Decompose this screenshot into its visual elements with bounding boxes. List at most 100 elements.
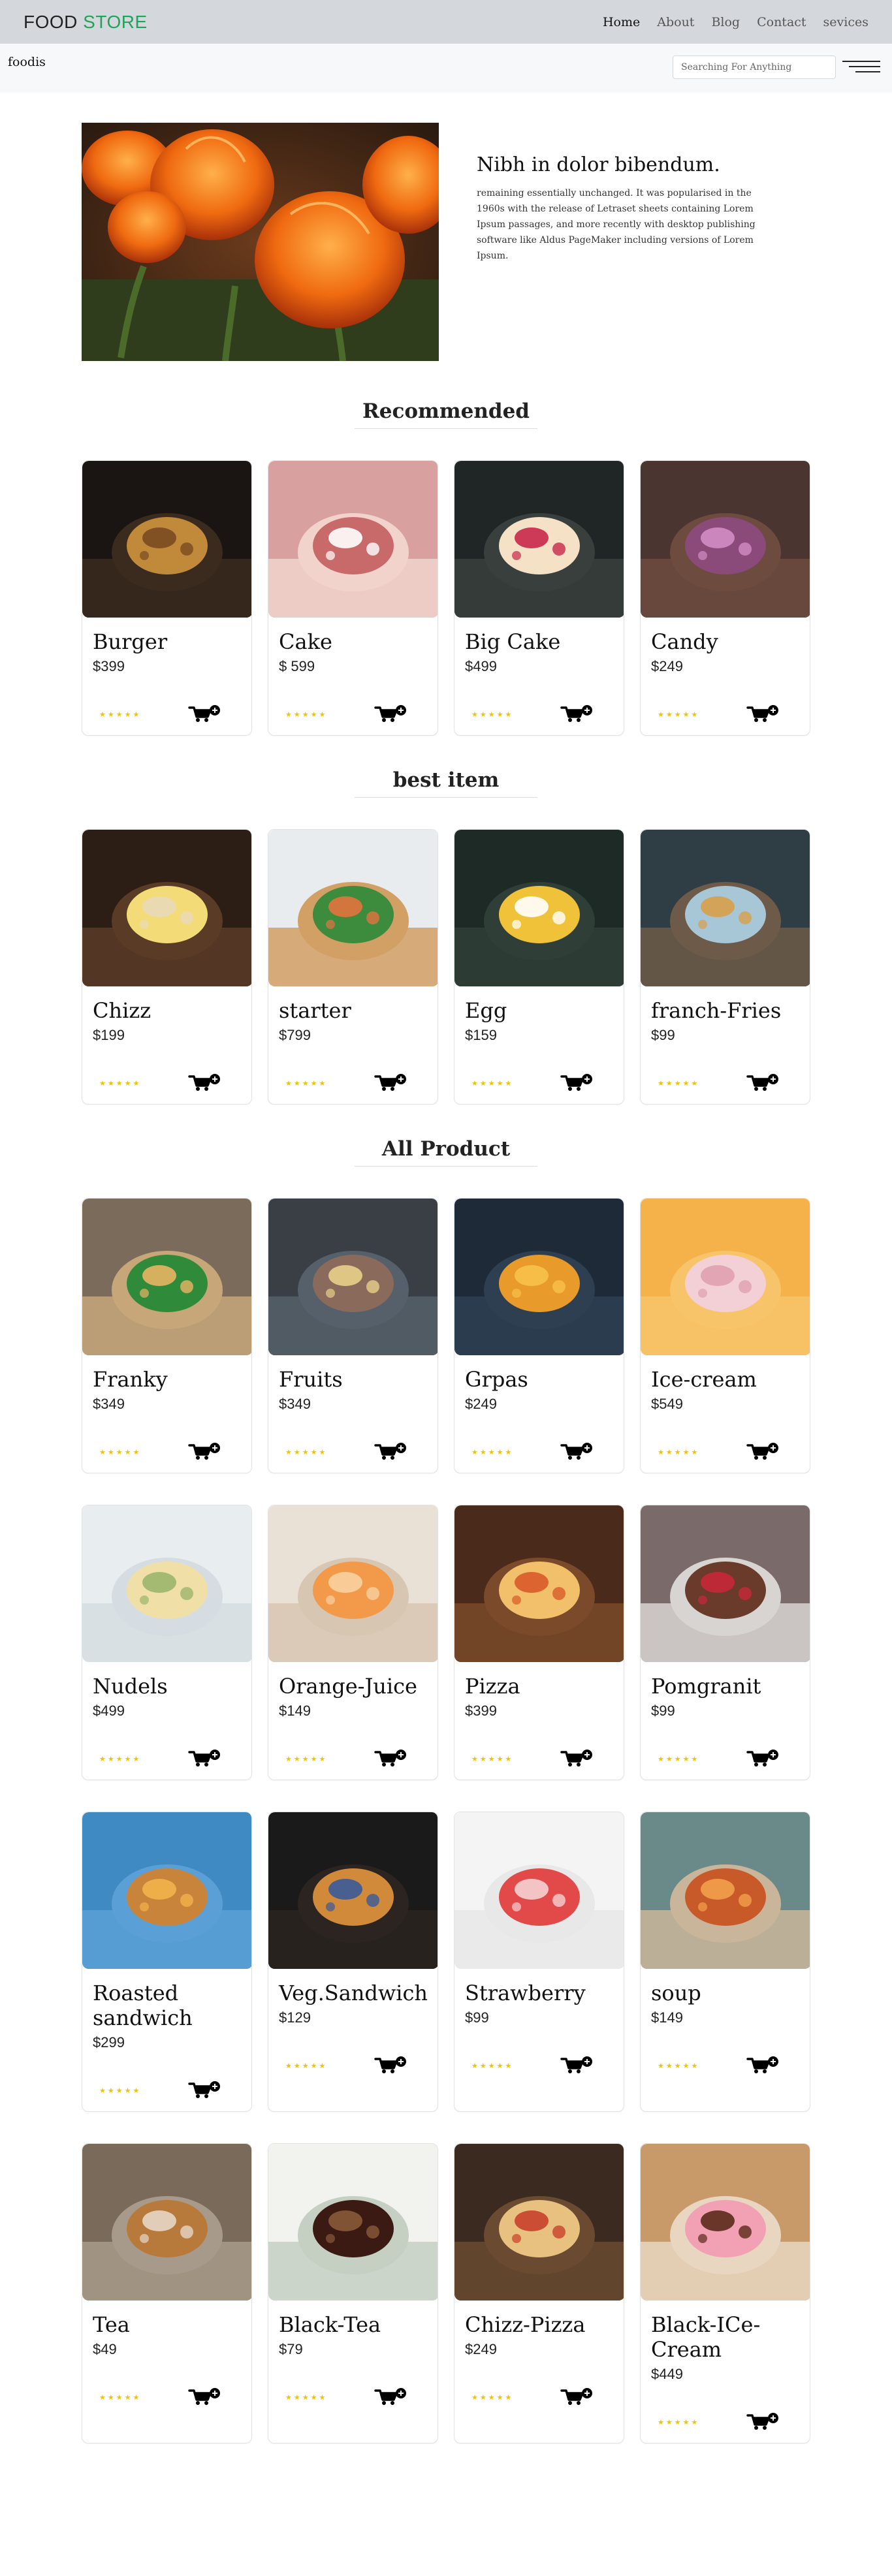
- add-to-cart-icon[interactable]: [560, 2388, 594, 2406]
- product-image[interactable]: [454, 461, 624, 618]
- add-to-cart-icon[interactable]: [374, 705, 408, 723]
- add-to-cart-icon[interactable]: [374, 1443, 408, 1461]
- product-card-veg-sandwich[interactable]: Veg.Sandwich $129 ★ ★ ★ ★ ★: [268, 1812, 438, 2112]
- add-to-cart-icon[interactable]: [188, 1443, 222, 1461]
- product-image[interactable]: [454, 1199, 624, 1355]
- product-card-soup[interactable]: soup $149 ★ ★ ★ ★ ★: [640, 1812, 810, 2112]
- star-icon: ★: [479, 1447, 486, 1456]
- product-card-starter[interactable]: starter $799 ★ ★ ★ ★ ★: [268, 829, 438, 1105]
- product-image[interactable]: [268, 2144, 438, 2301]
- add-to-cart-icon[interactable]: [746, 2056, 780, 2075]
- product-card-egg[interactable]: Egg $159 ★ ★ ★ ★ ★: [454, 829, 624, 1105]
- add-to-cart-icon[interactable]: [560, 1074, 594, 1092]
- add-to-cart-icon[interactable]: [746, 1750, 780, 1768]
- product-card-franky[interactable]: Franky $349 ★ ★ ★ ★ ★: [82, 1198, 252, 1473]
- product-name: Black-ICe-Cream: [651, 2312, 761, 2362]
- product-image[interactable]: [268, 1505, 438, 1662]
- add-to-cart-icon[interactable]: [746, 2413, 780, 2431]
- star-icon: ★: [691, 710, 698, 719]
- add-to-cart-icon[interactable]: [188, 2081, 222, 2099]
- product-card-big-cake[interactable]: Big Cake $499 ★ ★ ★ ★ ★: [454, 460, 624, 736]
- add-to-cart-icon[interactable]: [374, 1074, 408, 1092]
- product-card-fruits[interactable]: Fruits $349 ★ ★ ★ ★ ★: [268, 1198, 438, 1473]
- add-to-cart-icon[interactable]: [374, 2056, 408, 2075]
- product-card-burger[interactable]: Burger $399 ★ ★ ★ ★ ★: [82, 460, 252, 736]
- product-image[interactable]: [454, 2144, 624, 2301]
- product-image[interactable]: [82, 1505, 251, 1662]
- product-image[interactable]: [454, 1812, 624, 1969]
- brand-logo[interactable]: FOOD STORE: [24, 12, 148, 33]
- navbar: FOOD STORE Home About Blog Contact sevic…: [0, 0, 892, 44]
- product-card-ice-cream[interactable]: Ice-cream $549 ★ ★ ★ ★ ★: [640, 1198, 810, 1473]
- star-icon: ★: [107, 2086, 114, 2095]
- add-to-cart-icon[interactable]: [560, 2056, 594, 2075]
- add-to-cart-icon[interactable]: [560, 1443, 594, 1461]
- product-card-footer: ★ ★ ★ ★ ★: [471, 1443, 624, 1461]
- product-image[interactable]: [454, 830, 624, 986]
- add-to-cart-icon[interactable]: [560, 1750, 594, 1768]
- add-to-cart-icon[interactable]: [746, 1443, 780, 1461]
- product-image[interactable]: [454, 1505, 624, 1662]
- star-icon: ★: [302, 2393, 309, 2402]
- product-image[interactable]: [82, 1199, 251, 1355]
- star-icon: ★: [302, 710, 309, 719]
- star-icon: ★: [674, 1754, 681, 1763]
- product-image[interactable]: [641, 1812, 810, 1969]
- product-image[interactable]: [641, 2144, 810, 2301]
- add-to-cart-icon[interactable]: [374, 1750, 408, 1768]
- product-card-footer: ★ ★ ★ ★ ★: [285, 2388, 438, 2406]
- add-to-cart-icon[interactable]: [746, 705, 780, 723]
- add-to-cart-icon[interactable]: [374, 2388, 408, 2406]
- nav-link-contact[interactable]: Contact: [757, 15, 806, 29]
- product-image[interactable]: [82, 830, 251, 986]
- product-card-black-tea[interactable]: Black-Tea $79 ★ ★ ★ ★ ★: [268, 2143, 438, 2443]
- nav-link-home[interactable]: Home: [603, 15, 640, 29]
- product-card-pizza[interactable]: Pizza $399 ★ ★ ★ ★ ★: [454, 1505, 624, 1780]
- product-image[interactable]: [268, 830, 438, 986]
- product-image[interactable]: [641, 1199, 810, 1355]
- hamburger-menu-icon[interactable]: [842, 58, 880, 78]
- star-icon: ★: [133, 2393, 140, 2402]
- nav-link-about[interactable]: About: [657, 15, 694, 29]
- add-to-cart-icon[interactable]: [560, 705, 594, 723]
- product-card-footer: ★ ★ ★ ★ ★: [658, 1074, 810, 1092]
- product-image[interactable]: [82, 2144, 251, 2301]
- product-card-orange-juice[interactable]: Orange-Juice $149 ★ ★ ★ ★ ★: [268, 1505, 438, 1780]
- product-card-pomgranit[interactable]: Pomgranit $99 ★ ★ ★ ★ ★: [640, 1505, 810, 1780]
- star-icon: ★: [285, 710, 292, 719]
- site-logo-text[interactable]: foodis: [8, 55, 46, 69]
- product-card-tea[interactable]: Tea $49 ★ ★ ★ ★ ★: [82, 2143, 252, 2443]
- product-card-black-ice-cream[interactable]: Black-ICe-Cream $449 ★ ★ ★ ★ ★: [640, 2143, 810, 2443]
- product-image[interactable]: [268, 1812, 438, 1969]
- star-icon: ★: [302, 1754, 309, 1763]
- add-to-cart-icon[interactable]: [188, 1074, 222, 1092]
- star-icon: ★: [691, 1078, 698, 1088]
- product-card-candy[interactable]: Candy $249 ★ ★ ★ ★ ★: [640, 460, 810, 736]
- rating-stars: ★ ★ ★ ★ ★: [471, 2062, 537, 2069]
- nav-link-blog[interactable]: Blog: [711, 15, 740, 29]
- product-card-strawberry[interactable]: Strawberry $99 ★ ★ ★ ★ ★: [454, 1812, 624, 2112]
- product-image[interactable]: [82, 461, 251, 618]
- product-image[interactable]: [641, 1505, 810, 1662]
- add-to-cart-icon[interactable]: [188, 1750, 222, 1768]
- add-to-cart-icon[interactable]: [746, 1074, 780, 1092]
- product-image[interactable]: [641, 461, 810, 618]
- product-image[interactable]: [82, 1812, 251, 1969]
- product-card-nudels[interactable]: Nudels $499 ★ ★ ★ ★ ★: [82, 1505, 252, 1780]
- product-card-grpas[interactable]: Grpas $249 ★ ★ ★ ★ ★: [454, 1198, 624, 1473]
- product-card-chizz[interactable]: Chizz $199 ★ ★ ★ ★ ★: [82, 829, 252, 1105]
- nav-link-services[interactable]: sevices: [823, 15, 868, 29]
- product-image[interactable]: [268, 461, 438, 618]
- product-card-cake[interactable]: Cake $ 599 ★ ★ ★ ★ ★: [268, 460, 438, 736]
- star-icon: ★: [674, 2061, 681, 2070]
- product-card-roasted-sandwich[interactable]: Roasted sandwich $299 ★ ★ ★ ★ ★: [82, 1812, 252, 2112]
- add-to-cart-icon[interactable]: [188, 705, 222, 723]
- search-input[interactable]: [673, 55, 836, 79]
- star-icon: ★: [505, 2061, 512, 2070]
- product-card-franch-fries[interactable]: franch-Fries $99 ★ ★ ★ ★ ★: [640, 829, 810, 1105]
- product-image[interactable]: [268, 1199, 438, 1355]
- add-to-cart-icon[interactable]: [188, 2388, 222, 2406]
- product-image[interactable]: [641, 830, 810, 986]
- product-card-footer: ★ ★ ★ ★ ★: [471, 1750, 624, 1768]
- product-card-chizz-pizza[interactable]: Chizz-Pizza $249 ★ ★ ★ ★ ★: [454, 2143, 624, 2443]
